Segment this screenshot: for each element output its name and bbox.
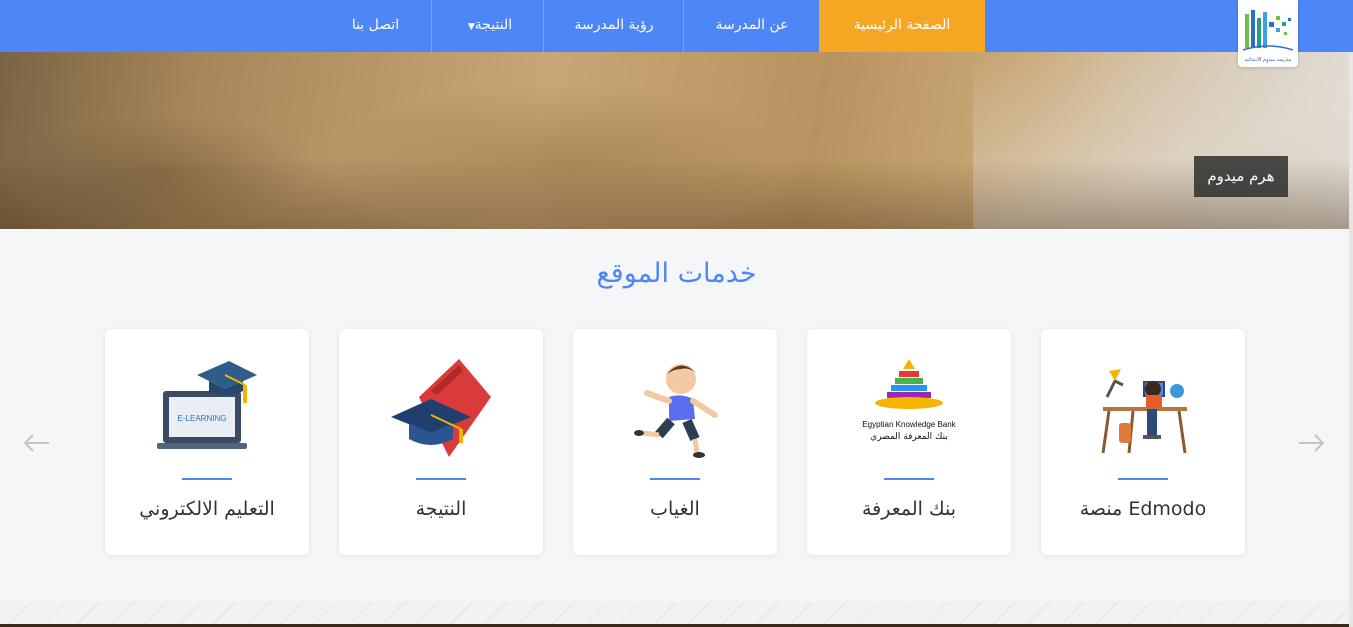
service-card-e-learning[interactable]: E-LEARNING التعليم الالكتروني — [105, 329, 309, 555]
nav-home-label: الصفحة الرئيسية — [853, 17, 951, 33]
nav-home[interactable]: الصفحة الرئيسية — [819, 0, 985, 52]
school-logo[interactable]: مدرسة ميدوم الابتدائية — [1238, 0, 1298, 67]
books-logo-icon — [1242, 10, 1294, 51]
logo-text: مدرسة ميدوم الابتدائية — [1244, 57, 1292, 63]
service-card-results[interactable]: النتيجة — [339, 329, 543, 555]
card-divider — [182, 478, 232, 480]
e-learning-screen-text: E-LEARNING — [178, 414, 227, 423]
chevron-down-icon: ▼ — [467, 22, 475, 32]
nav-contact[interactable]: اتصل بنا — [320, 0, 431, 52]
card-divider — [416, 478, 466, 480]
nav-contact-label: اتصل بنا — [351, 17, 400, 33]
service-card-absence[interactable]: الغياب — [573, 329, 777, 555]
page-scrollbar[interactable] — [1349, 52, 1353, 627]
carousel-next-arrow[interactable] — [1296, 428, 1326, 458]
hero-caption: هرم ميدوم — [1194, 156, 1288, 197]
top-navbar: الصفحة الرئيسية عن المدرسة رؤية المدرسة … — [0, 0, 1353, 52]
card-label: التعليم الالكتروني — [139, 498, 275, 520]
nav-results-dropdown[interactable]: ▼النتيجة — [431, 0, 544, 52]
card-label: النتيجة — [415, 498, 467, 520]
card-label: الغياب — [650, 498, 700, 520]
knowledge-bank-ar-text: بنك المعرفة المصري — [870, 432, 948, 442]
knowledge-bank-en-text: Egyptian Knowledge Bank — [862, 420, 956, 429]
service-card-edmodo[interactable]: منصة Edmodo — [1041, 329, 1245, 555]
hero-banner-image: هرم ميدوم — [0, 52, 1353, 229]
services-section-title: خدمات الموقع — [596, 258, 757, 289]
service-card-knowledge-bank[interactable]: Egyptian Knowledge Bank بنك المعرفة المص… — [807, 329, 1011, 555]
knowledge-bank-icon: Egyptian Knowledge Bank بنك المعرفة المص… — [862, 359, 957, 442]
nav-vision-label: رؤية المدرسة — [574, 17, 654, 33]
nav-school-vision[interactable]: رؤية المدرسة — [543, 0, 684, 52]
running-boy-icon — [634, 364, 718, 458]
card-divider — [884, 478, 934, 480]
arrow-left-icon — [23, 434, 49, 452]
e-learning-laptop-icon: E-LEARNING — [157, 361, 257, 449]
card-divider — [1118, 478, 1168, 480]
nav-about-school[interactable]: عن المدرسة — [683, 0, 820, 52]
nav-results-label: النتيجة — [474, 17, 513, 33]
graduation-cap-book-icon — [391, 359, 491, 457]
card-label: منصة Edmodo — [1079, 498, 1207, 520]
arrow-right-icon — [1299, 434, 1325, 452]
carousel-prev-arrow[interactable] — [22, 428, 52, 458]
student-desk-icon — [1101, 369, 1187, 454]
nav-about-label: عن المدرسة — [715, 17, 789, 33]
card-divider — [650, 478, 700, 480]
card-label: بنك المعرفة — [861, 498, 957, 520]
